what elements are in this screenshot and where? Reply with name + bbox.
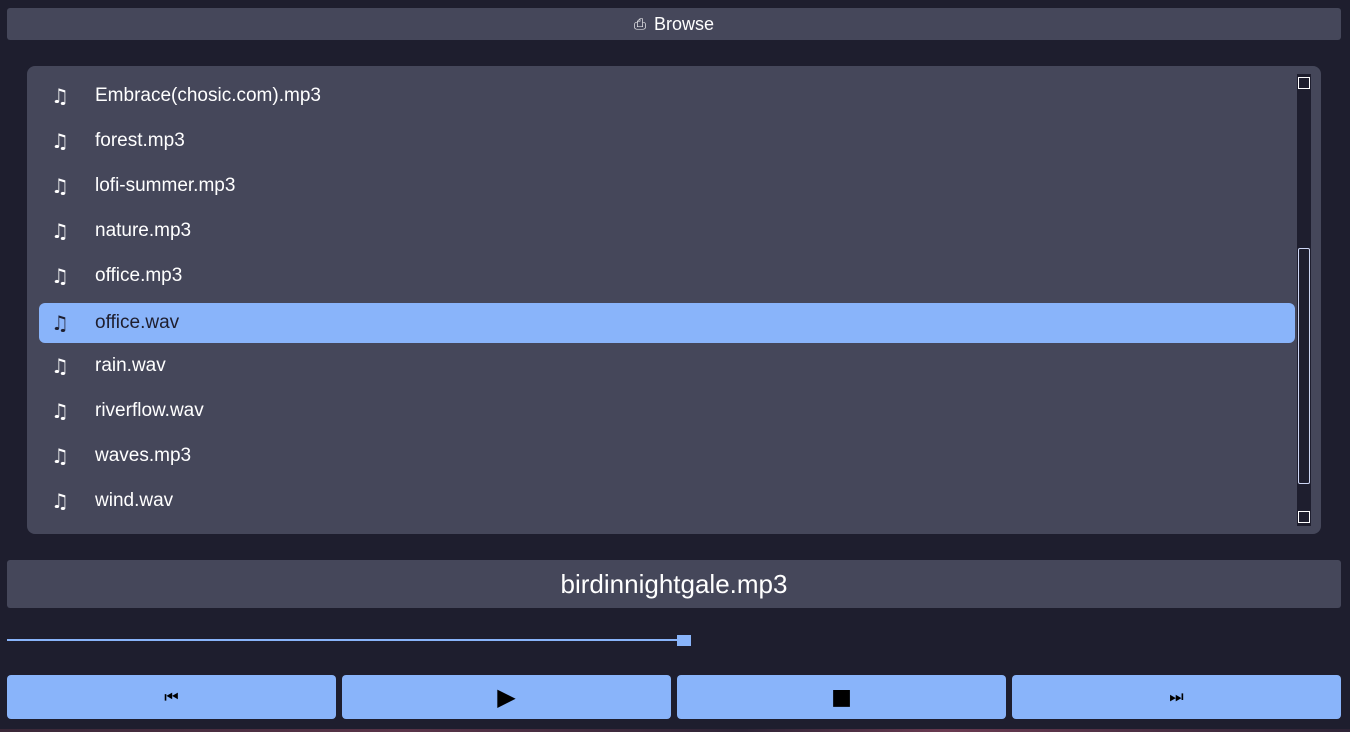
music-note-icon: ♫ xyxy=(51,219,69,243)
music-note-icon: ♫ xyxy=(51,174,69,198)
previous-button[interactable]: ⏮ xyxy=(7,675,336,719)
playlist-scrollbar[interactable] xyxy=(1297,74,1311,526)
playlist-item[interactable]: ♫ Embrace(chosic.com).mp3 xyxy=(39,76,1295,116)
browse-label: Browse xyxy=(653,13,715,34)
playlist-item[interactable]: ♫ nature.mp3 xyxy=(39,211,1295,251)
progress-handle[interactable] xyxy=(677,635,691,646)
progress-bar[interactable] xyxy=(7,639,687,641)
playlist-item[interactable]: ♫ wind.wav xyxy=(39,481,1295,521)
playlist-item[interactable]: ♫ riverflow.wav xyxy=(39,391,1295,431)
playlist-item-name: riverflow.wav xyxy=(95,400,204,421)
scroll-up-button[interactable] xyxy=(1298,77,1310,89)
play-icon: ▶ xyxy=(497,683,516,711)
playlist-item-name: forest.mp3 xyxy=(95,130,185,151)
playlist-item-name: lofi-summer.mp3 xyxy=(95,175,236,196)
playlist-item[interactable]: ♫ lofi-summer.mp3 xyxy=(39,166,1295,206)
stop-icon: ■ xyxy=(831,684,852,710)
playlist-item-name: nature.mp3 xyxy=(95,220,192,241)
skip-previous-icon: ⏮ xyxy=(164,687,179,706)
playlist-item-name: rain.wav xyxy=(95,355,166,376)
browse-button[interactable]: ⎙ Browse xyxy=(7,8,1341,40)
music-note-icon: ♫ xyxy=(51,444,69,468)
playlist-item-name: office.mp3 xyxy=(95,265,183,286)
music-note-icon: ♫ xyxy=(51,129,69,153)
music-note-icon: ♫ xyxy=(51,354,69,378)
now-playing-title: birdinnightgale.mp3 xyxy=(7,560,1341,608)
music-note-icon: ♫ xyxy=(51,489,69,513)
music-note-icon: ♫ xyxy=(51,311,69,335)
file-icon: ⎙ xyxy=(633,15,646,33)
playlist-item-name: waves.mp3 xyxy=(95,445,192,466)
stop-button[interactable]: ■ xyxy=(677,675,1006,719)
next-button[interactable]: ⏭ xyxy=(1012,675,1341,719)
music-note-icon: ♫ xyxy=(51,84,69,108)
playlist-item-name: Embrace(chosic.com).mp3 xyxy=(95,85,321,106)
skip-next-icon: ⏭ xyxy=(1169,687,1184,706)
scrollbar-thumb[interactable] xyxy=(1298,248,1310,484)
music-note-icon: ♫ xyxy=(51,264,69,288)
play-button[interactable]: ▶ xyxy=(342,675,671,719)
playlist-item[interactable]: ♫ forest.mp3 xyxy=(39,121,1295,161)
playlist: ♫ Embrace(chosic.com).mp3 ♫ forest.mp3 ♫… xyxy=(27,66,1321,534)
now-playing-label: birdinnightgale.mp3 xyxy=(560,568,788,599)
playlist-item[interactable]: ♫ waves.mp3 xyxy=(39,436,1295,476)
scroll-down-button[interactable] xyxy=(1298,511,1310,523)
playlist-item[interactable]: ♫ office.mp3 xyxy=(39,256,1295,296)
playlist-item-name: office.wav xyxy=(95,312,180,333)
playlist-item-selected[interactable]: ♫ office.wav xyxy=(39,303,1295,343)
playlist-item[interactable]: ♫ rain.wav xyxy=(39,346,1295,386)
playlist-item-name: wind.wav xyxy=(95,490,174,511)
music-note-icon: ♫ xyxy=(51,399,69,423)
